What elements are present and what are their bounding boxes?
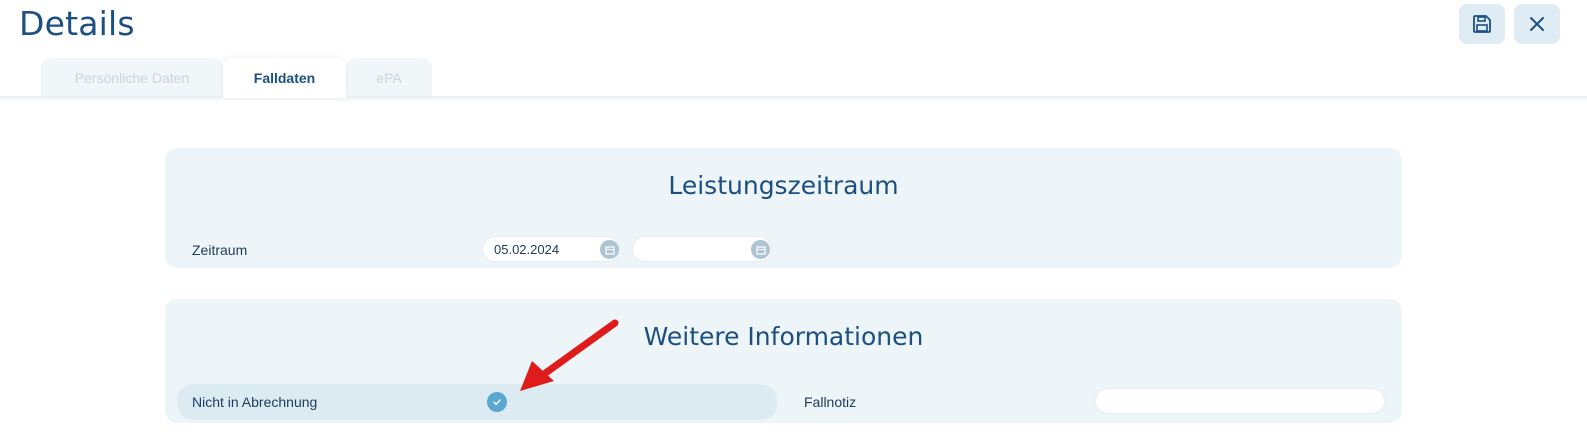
calendar-icon[interactable] (751, 240, 770, 259)
nicht-in-abrechnung-row: Nicht in Abrechnung (177, 384, 777, 420)
calendar-icon[interactable] (600, 240, 619, 259)
tab-falldaten[interactable]: Falldaten (223, 58, 346, 98)
tab-persoenliche-daten[interactable]: Persönliche Daten (41, 58, 223, 98)
nicht-in-abrechnung-checkbox[interactable] (487, 392, 507, 412)
page-title: Details (19, 4, 135, 43)
save-button[interactable] (1459, 4, 1505, 44)
fallnotiz-label: Fallnotiz (804, 394, 857, 410)
weitere-informationen-card: Weitere Informationen Nicht in Abrechnun… (165, 299, 1402, 423)
fallnotiz-input[interactable] (1095, 388, 1385, 414)
tab-label: Persönliche Daten (74, 70, 190, 86)
save-icon (1473, 15, 1491, 33)
section-title-weitere-informationen: Weitere Informationen (643, 322, 924, 351)
tab-label: Falldaten (253, 70, 316, 86)
annotation-arrow-icon (520, 319, 619, 391)
section-title-leistungszeitraum: Leistungszeitraum (668, 171, 899, 200)
tab-epa[interactable]: ePA (346, 58, 432, 98)
leistungszeitraum-card: Leistungszeitraum Zeitraum 05.02.2024 (165, 148, 1402, 268)
zeitraum-label: Zeitraum (192, 242, 248, 258)
close-button[interactable] (1514, 4, 1560, 44)
close-icon (1530, 17, 1544, 31)
start-date-value: 05.02.2024 (494, 241, 560, 257)
checkmark-icon (493, 399, 501, 405)
tab-label: ePA (376, 70, 402, 86)
nicht-in-abrechnung-label: Nicht in Abrechnung (192, 394, 318, 410)
